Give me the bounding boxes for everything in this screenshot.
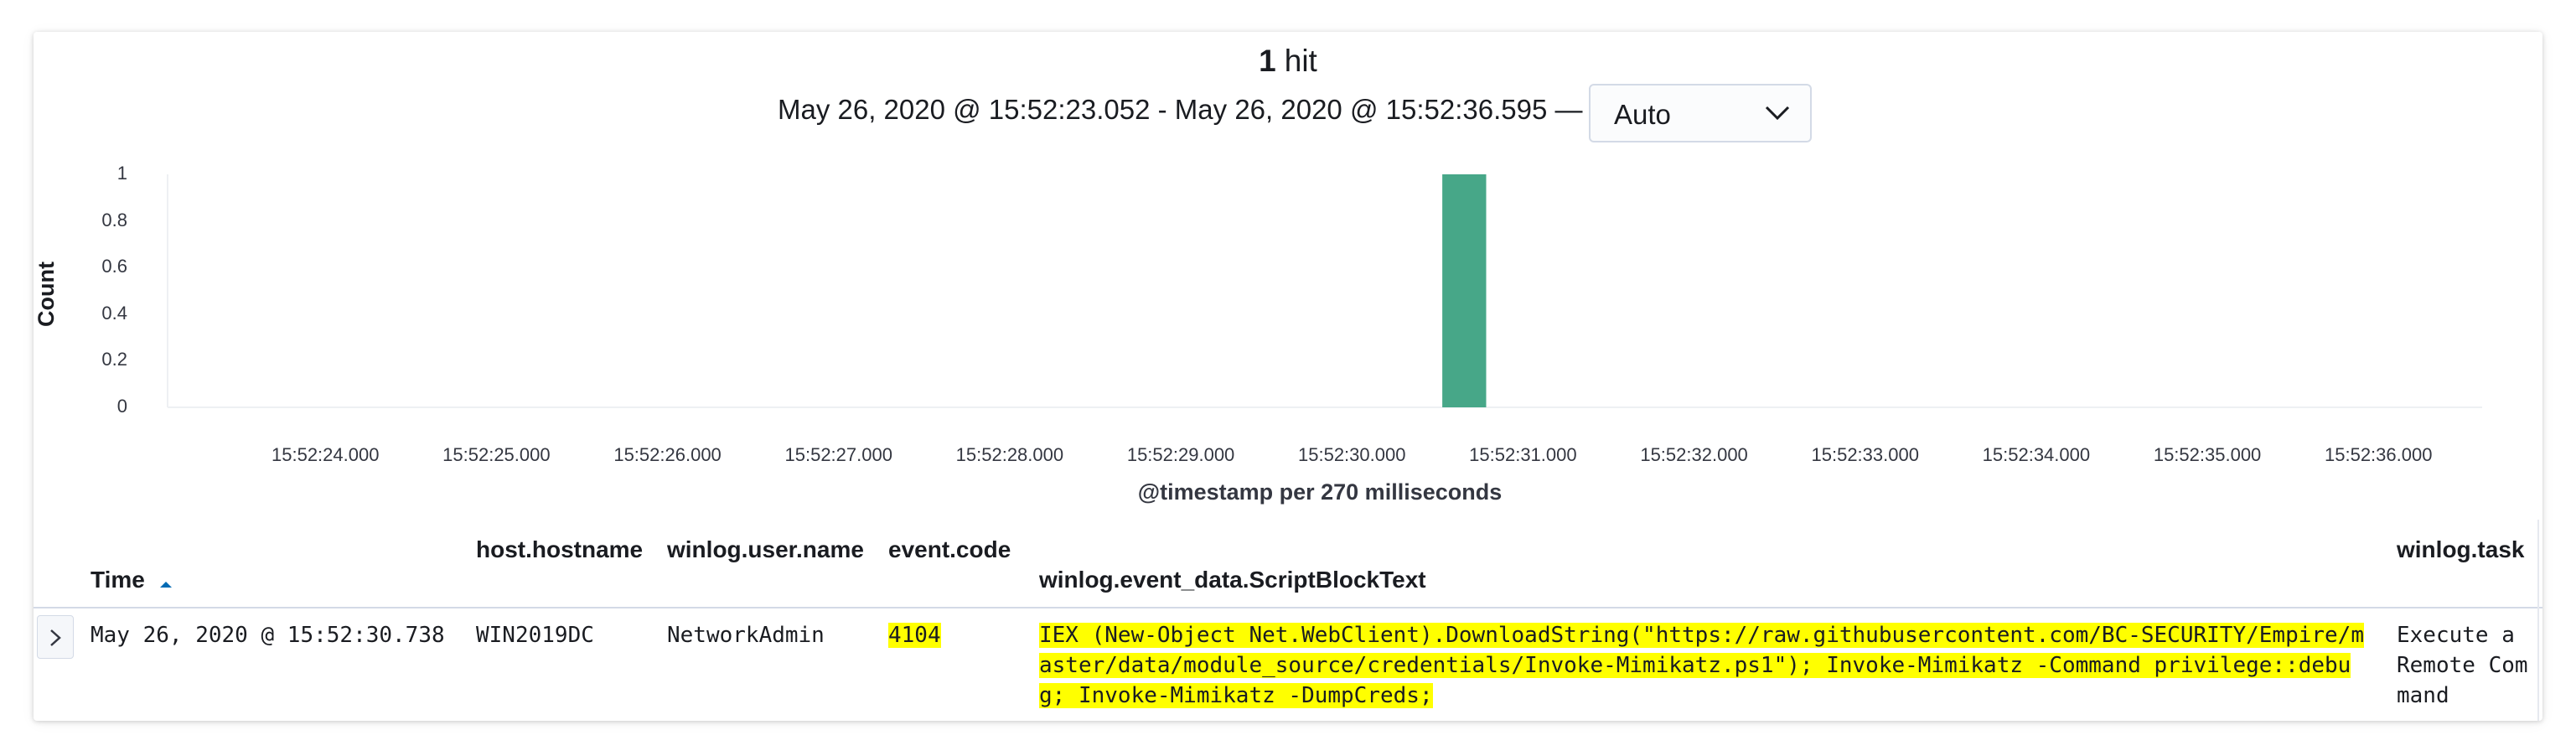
column-header-time-label: Time <box>91 567 145 593</box>
chart-y-tick-label: 0 <box>116 396 127 417</box>
column-header-winlog-task[interactable]: winlog.task <box>2397 536 2524 563</box>
chart-x-tick-label: 15:52:24.000 <box>272 444 380 465</box>
chart-x-tick-label: 15:52:25.000 <box>442 444 551 465</box>
column-header-time[interactable]: Time <box>91 567 173 595</box>
highlighted-event-code: 4104 <box>888 623 941 648</box>
chart-x-tick-label: 15:52:26.000 <box>613 444 722 465</box>
chart-x-tick-label: 15:52:36.000 <box>2325 444 2433 465</box>
column-header-winlog-user-name[interactable]: winlog.user.name <box>667 536 864 563</box>
chart-y-tick-label: 1 <box>116 163 127 184</box>
chart-x-axis-label: @timestamp per 270 milliseconds <box>1137 479 1503 505</box>
chart-y-tick-label: 0.8 <box>101 209 127 230</box>
table-header-divider <box>34 607 2542 608</box>
chart-y-tick-label: 0.4 <box>101 302 127 324</box>
chart-x-tick-label: 15:52:27.000 <box>784 444 892 465</box>
chart-x-tick-label: 15:52:34.000 <box>1982 444 2091 465</box>
histogram-chart <box>167 174 2482 408</box>
chart-x-tick-label: 15:52:32.000 <box>1640 444 1748 465</box>
cell-time: May 26, 2020 @ 15:52:30.738 <box>91 623 445 648</box>
column-header-script-block-text[interactable]: winlog.event_data.ScriptBlockText <box>1039 567 1426 593</box>
column-header-host-hostname[interactable]: host.hostname <box>476 536 643 563</box>
table-scroll-edge <box>2537 520 2539 721</box>
chart-x-tick-label: 15:52:35.000 <box>2153 444 2262 465</box>
chart-y-tick-label: 0.2 <box>101 349 127 370</box>
chart-y-tick-label: 0.6 <box>101 256 127 277</box>
expand-row-button[interactable] <box>37 615 74 659</box>
cell-winlog-task: Execute a Remote Command <box>2397 623 2528 708</box>
chart-x-tick-label: 15:52:31.000 <box>1469 444 1577 465</box>
chart-bar[interactable] <box>1442 174 1487 407</box>
cell-winlog-user-name: NetworkAdmin <box>667 623 825 648</box>
cell-host-hostname: WIN2019DC <box>476 623 594 648</box>
sort-up-icon[interactable] <box>158 568 173 595</box>
cell-event-code: 4104 <box>888 623 941 648</box>
chart-x-tick-label: 15:52:29.000 <box>1126 444 1235 465</box>
chart-x-tick-label: 15:52:30.000 <box>1298 444 1406 465</box>
chevron-right-icon <box>50 629 61 646</box>
column-header-event-code[interactable]: event.code <box>888 536 1011 563</box>
cell-script-block-text: IEX (New-Object Net.WebClient).DownloadS… <box>1039 620 2375 711</box>
highlighted-script-block-text: IEX (New-Object Net.WebClient).DownloadS… <box>1039 623 2364 708</box>
chart-x-tick-label: 15:52:28.000 <box>955 444 1064 465</box>
chart-y-axis-label: Count <box>34 261 59 327</box>
chart-x-tick-label: 15:52:33.000 <box>1811 444 1919 465</box>
